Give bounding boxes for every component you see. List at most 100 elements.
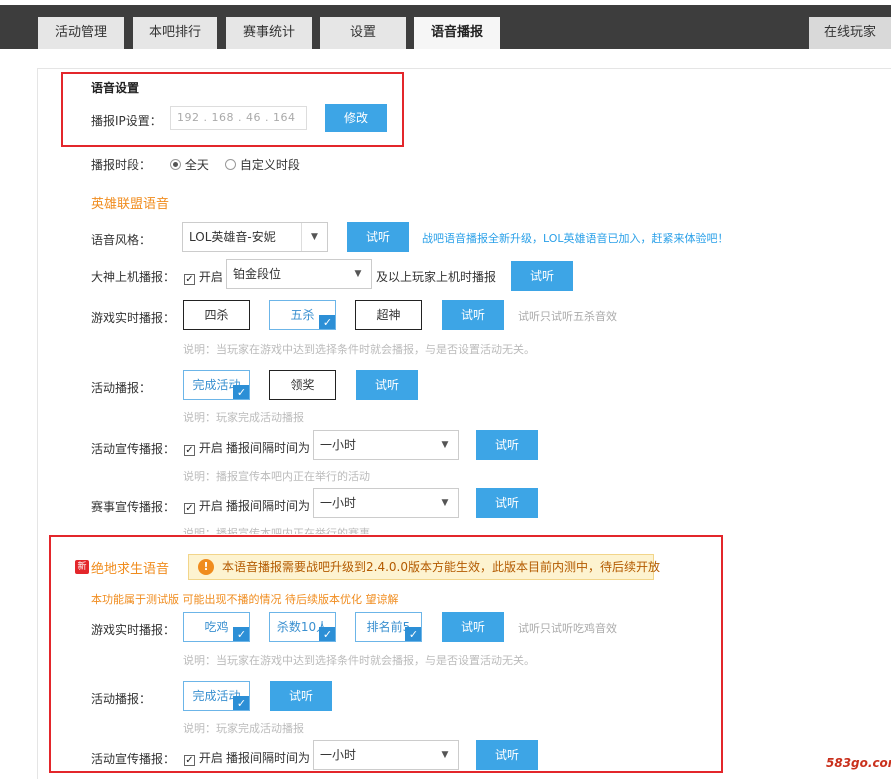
promo-enable-checkbox[interactable]: ✓ 开启 [184, 439, 223, 456]
lol-promo-text: 战吧语音播报全新升级，LOL英雄语音已加入，赶紧来体验吧！ [422, 232, 729, 245]
beta-note: 本功能属于测试版 可能出现不播的情况 待后续版本优化 望谅解 [91, 593, 399, 606]
online-players-button[interactable]: 在线玩家 [809, 17, 891, 49]
activity-label: 活动播报： [91, 381, 152, 395]
pubg-promo-label: 活动宣传播报： [91, 752, 176, 766]
lol-section-title: 英雄联盟语音 [91, 197, 170, 212]
radio-off-icon [225, 159, 236, 170]
checkbox-checked-icon: ✓ [184, 274, 195, 285]
chevron-down-icon: ▼ [301, 223, 327, 251]
pubg-activity-label: 活动播报： [91, 692, 152, 706]
option-legendary[interactable]: 超神 [355, 300, 422, 330]
voice-style-select[interactable]: LOL英雄音-安妮 ▼ [182, 222, 328, 252]
promo-interval-value: 一小时 [320, 438, 357, 452]
period-option-custom: 自定义时段 [239, 158, 300, 172]
realtime-label: 游戏实时播报： [91, 311, 176, 325]
pubg-promo-enable-checkbox[interactable]: ✓ 开启 [184, 749, 223, 766]
checkmark-icon: ✓ [319, 315, 335, 329]
match-note: 说明：播报宣传本吧内正在举行的赛事 [183, 527, 370, 534]
period-custom-radio[interactable]: 自定义时段 [225, 156, 300, 173]
option-quadra-kill[interactable]: 四杀 [183, 300, 250, 330]
promo-listen-button[interactable]: 试听 [476, 430, 538, 460]
warning-icon: ! [198, 559, 214, 575]
chevron-down-icon: ▼ [441, 498, 449, 508]
option-penta-kill-label: 五杀 [290, 308, 315, 322]
tab-ranking[interactable]: 本吧排行 [133, 17, 217, 49]
god-enable-label: 开启 [198, 270, 223, 284]
pubg-promo-interval-value: 一小时 [320, 748, 357, 762]
checkbox-checked-icon: ✓ [184, 755, 195, 766]
pubg-promo-interval-label: 播报间隔时间为 [226, 751, 311, 765]
pubg-promo-interval-select[interactable]: 一小时 ▼ [313, 740, 459, 770]
pubg-option-complete-activity[interactable]: 完成活动 ✓ [183, 681, 250, 711]
realtime-listen-button[interactable]: 试听 [442, 300, 504, 330]
option-top-5-label: 排名前5 [366, 620, 411, 634]
option-penta-kill[interactable]: 五杀 ✓ [269, 300, 336, 330]
voice-style-listen-button[interactable]: 试听 [347, 222, 409, 252]
checkmark-icon: ✓ [233, 696, 249, 710]
match-listen-button[interactable]: 试听 [476, 488, 538, 518]
period-option-all-day: 全天 [184, 158, 209, 172]
match-promo-label: 赛事宣传播报： [91, 500, 176, 514]
promo-interval-select[interactable]: 一小时 ▼ [313, 430, 459, 460]
tab-match-stats[interactable]: 赛事统计 [226, 17, 312, 49]
top-nav: 活动管理 本吧排行 赛事统计 设置 语音播报 在线玩家 [0, 5, 891, 49]
period-all-day-radio[interactable]: 全天 [170, 156, 209, 173]
tab-settings[interactable]: 设置 [320, 17, 406, 49]
option-kills-10[interactable]: 杀数10人 ✓ [269, 612, 336, 642]
match-interval-select[interactable]: 一小时 ▼ [313, 488, 459, 518]
ip-label: 播报IP设置： [91, 114, 162, 128]
pubg-promo-listen-button[interactable]: 试听 [476, 740, 538, 770]
match-enable-label: 开启 [198, 499, 223, 513]
pubg-activity-note: 说明：玩家完成活动播报 [183, 722, 304, 735]
pubg-realtime-note: 说明：当玩家在游戏中达到选择条件时就会播报，与是否设置活动无关。 [183, 654, 535, 667]
pubg-promo-enable-label: 开启 [198, 751, 223, 765]
tab-activity-management[interactable]: 活动管理 [38, 17, 124, 49]
match-enable-checkbox[interactable]: ✓ 开启 [184, 497, 223, 514]
chevron-down-icon: ▼ [441, 750, 449, 760]
promo-broadcast-label: 活动宣传播报： [91, 442, 176, 456]
realtime-hint: 试听只试听五杀音效 [518, 310, 617, 323]
checkmark-icon: ✓ [405, 627, 421, 641]
voice-settings-title: 语音设置 [91, 81, 140, 95]
option-claim-reward[interactable]: 领奖 [269, 370, 336, 400]
pubg-section-title: 绝地求生语音 [91, 562, 170, 577]
chevron-down-icon: ▼ [354, 269, 362, 279]
option-top-5[interactable]: 排名前5 ✓ [355, 612, 422, 642]
modify-button[interactable]: 修改 [325, 104, 387, 132]
checkmark-icon: ✓ [319, 627, 335, 641]
voice-style-label: 语音风格： [91, 233, 152, 247]
rank-value: 铂金段位 [233, 267, 282, 281]
pubg-activity-listen-button[interactable]: 试听 [270, 681, 332, 711]
match-interval-value: 一小时 [320, 496, 357, 510]
tab-voice-broadcast[interactable]: 语音播报 [414, 17, 500, 49]
radio-on-icon [170, 159, 181, 170]
activity-listen-button[interactable]: 试听 [356, 370, 418, 400]
chevron-down-icon: ▼ [441, 440, 449, 450]
checkmark-icon: ✓ [233, 627, 249, 641]
promo-interval-label: 播报间隔时间为 [226, 441, 311, 455]
god-broadcast-enable-checkbox[interactable]: ✓ 开启 [184, 268, 223, 285]
option-complete-activity[interactable]: 完成活动 ✓ [183, 370, 250, 400]
new-badge: 新 [75, 560, 89, 574]
upgrade-warning: ! 本语音播报需要战吧升级到2.4.0.0版本方能生效，此版本目前内测中，待后续… [188, 554, 660, 580]
period-label: 播报时段： [91, 158, 152, 172]
god-listen-button[interactable]: 试听 [511, 261, 573, 291]
checkbox-checked-icon: ✓ [184, 445, 195, 456]
pubg-realtime-hint: 试听只试听吃鸡音效 [518, 622, 617, 635]
ip-input[interactable]: 192 . 168 . 46 . 164 [170, 106, 307, 130]
checkbox-checked-icon: ✓ [184, 503, 195, 514]
rank-suffix: 及以上玩家上机时播报 [376, 270, 497, 284]
realtime-note: 说明：当玩家在游戏中达到选择条件时就会播报，与是否设置活动无关。 [183, 343, 535, 356]
match-interval-label: 播报间隔时间为 [226, 499, 311, 513]
checkmark-icon: ✓ [233, 385, 249, 399]
option-chicken-dinner[interactable]: 吃鸡 ✓ [183, 612, 250, 642]
activity-note: 说明：玩家完成活动播报 [183, 411, 304, 424]
watermark: 583go.com [826, 756, 891, 770]
upgrade-warning-text: 本语音播报需要战吧升级到2.4.0.0版本方能生效，此版本目前内测中，待后续开放 [222, 560, 660, 574]
pubg-realtime-listen-button[interactable]: 试听 [442, 612, 504, 642]
option-chicken-dinner-label: 吃鸡 [204, 620, 229, 634]
promo-note: 说明：播报宣传本吧内正在举行的活动 [183, 470, 370, 483]
pubg-realtime-label: 游戏实时播报： [91, 623, 176, 637]
rank-select[interactable]: 铂金段位 ▼ [226, 259, 372, 289]
promo-enable-label: 开启 [198, 441, 223, 455]
